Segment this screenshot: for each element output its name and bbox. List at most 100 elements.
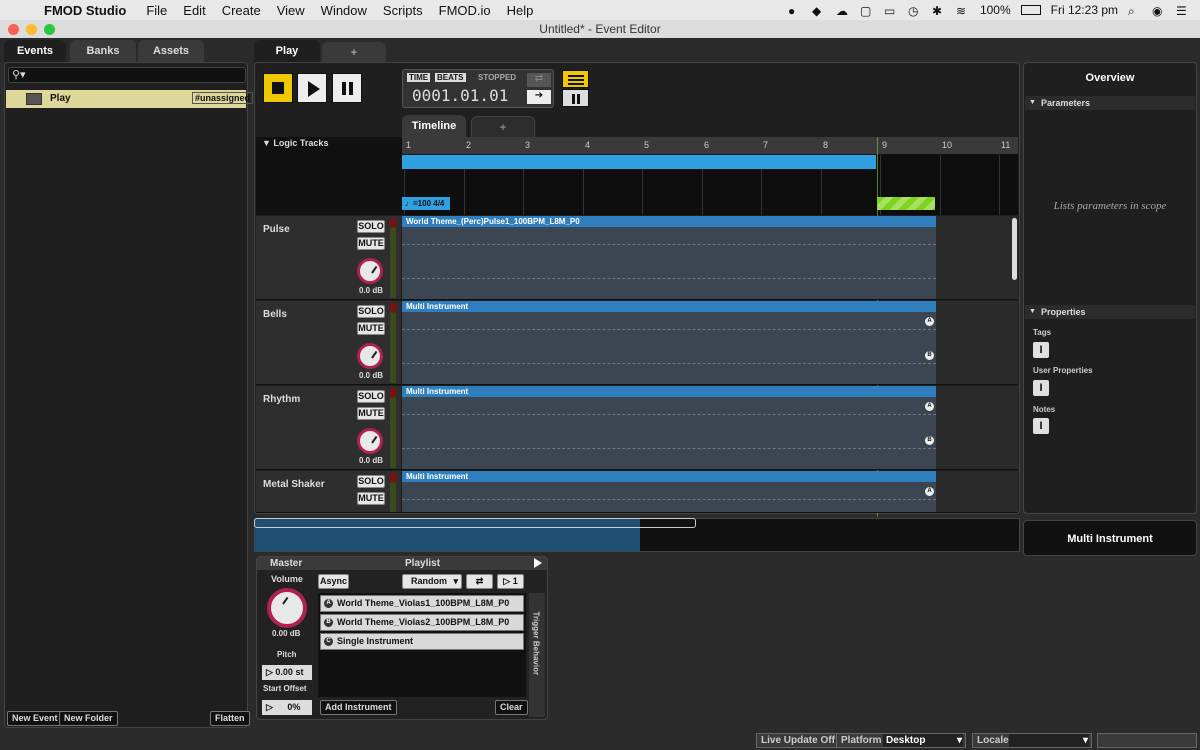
add-editor-tab-button[interactable]: +: [322, 42, 386, 64]
solo-button[interactable]: SOLO: [357, 305, 385, 318]
event-folder-tag[interactable]: #unassigned: [192, 92, 254, 104]
mute-button[interactable]: MUTE: [357, 407, 385, 420]
user-avatar-icon[interactable]: ◉: [1152, 4, 1166, 18]
logic-tracks-header[interactable]: ▼ Logic Tracks: [262, 138, 328, 148]
solo-button[interactable]: SOLO: [357, 390, 385, 403]
airplay-icon[interactable]: ▭: [884, 4, 898, 18]
status-icon-3[interactable]: ▢: [860, 4, 874, 18]
platform-select[interactable]: Platform Desktop ▾: [836, 733, 966, 748]
play-count-field[interactable]: ▷ 1: [497, 574, 524, 589]
track-lane-empty[interactable]: [936, 301, 1018, 384]
status-field[interactable]: [1097, 733, 1197, 748]
loop-region[interactable]: [402, 155, 876, 169]
tab-timeline[interactable]: Timeline: [402, 115, 466, 137]
tab-events[interactable]: Events: [4, 40, 66, 62]
stop-button[interactable]: [263, 73, 293, 103]
menu-fmod-io[interactable]: FMOD.io: [431, 3, 499, 18]
add-timeline-tab-button[interactable]: +: [471, 116, 535, 138]
tracks-vertical-scrollbar[interactable]: [1012, 218, 1017, 280]
clip-title[interactable]: Multi Instrument: [402, 301, 936, 312]
parameters-section-header[interactable]: Parameters: [1025, 96, 1195, 110]
event-item-play[interactable]: Play #unassigned: [6, 90, 254, 108]
mute-button[interactable]: MUTE: [357, 492, 385, 505]
minimize-window-icon[interactable]: [26, 24, 37, 35]
new-event-button[interactable]: New Event: [7, 711, 63, 726]
battery-icon[interactable]: [1020, 5, 1041, 15]
track-volume-knob[interactable]: [357, 428, 383, 454]
creative-cloud-icon[interactable]: ☁: [836, 4, 850, 18]
status-icon-2[interactable]: ◆: [812, 4, 826, 18]
time-machine-icon[interactable]: ◷: [908, 4, 922, 18]
properties-section-header[interactable]: Properties: [1025, 305, 1195, 319]
close-window-icon[interactable]: [8, 24, 19, 35]
bluetooth-icon[interactable]: ✱: [932, 4, 946, 18]
zoom-window-icon[interactable]: [44, 24, 55, 35]
track-header[interactable]: Rhythm SOLO MUTE 0.0 dB: [256, 386, 401, 469]
clock[interactable]: Fri 12:23 pm: [1051, 3, 1118, 17]
menu-help[interactable]: Help: [499, 3, 542, 18]
deck-toggle-button[interactable]: [562, 89, 589, 107]
beats-mode-button[interactable]: BEATS: [435, 73, 466, 82]
deck-expand-arrow-icon[interactable]: [534, 558, 542, 568]
loop-playback-button[interactable]: ⇄: [527, 73, 551, 87]
tab-banks[interactable]: Banks: [70, 40, 136, 62]
playlist-item[interactable]: C Single Instrument: [320, 633, 524, 650]
playlist-item[interactable]: A World Theme_Violas1_100BPM_L8M_P0: [320, 595, 524, 612]
user-properties-text-cursor-icon[interactable]: I: [1033, 380, 1049, 396]
async-button[interactable]: Async: [318, 574, 349, 589]
play-button[interactable]: [297, 73, 327, 103]
track-lane[interactable]: Multi Instrument A: [402, 471, 936, 512]
clip-title[interactable]: Multi Instrument: [402, 471, 936, 482]
solo-button[interactable]: SOLO: [357, 475, 385, 488]
volume-knob[interactable]: [267, 588, 307, 628]
menu-window[interactable]: Window: [313, 3, 375, 18]
menu-create[interactable]: Create: [214, 3, 269, 18]
spotlight-search-icon[interactable]: ⌕: [1128, 4, 1142, 18]
audio-track[interactable]: Pulse SOLO MUTE 0.0 dB World Theme_(Perc)Pul…: [256, 216, 1018, 300]
track-volume-knob[interactable]: [357, 343, 383, 369]
loop-end-marker[interactable]: [877, 197, 935, 210]
playlist-item[interactable]: B World Theme_Violas2_100BPM_L8M_P0: [320, 614, 524, 631]
track-lane[interactable]: Multi Instrument A B: [402, 301, 936, 384]
status-icon-1[interactable]: ●: [788, 4, 802, 18]
timeline-ruler[interactable]: [402, 137, 1018, 154]
pitch-field[interactable]: ▷ 0.00 st: [262, 665, 312, 680]
notification-center-icon[interactable]: ☰: [1176, 4, 1190, 18]
flatten-button[interactable]: Flatten: [210, 711, 250, 726]
follow-playback-button[interactable]: ➔: [527, 90, 551, 104]
new-folder-button[interactable]: New Folder: [59, 711, 118, 726]
tempo-marker[interactable]: ♩=100 4/4: [402, 197, 450, 210]
tags-text-cursor-icon[interactable]: I: [1033, 342, 1049, 358]
clear-button[interactable]: Clear: [495, 700, 528, 715]
search-input[interactable]: ⚲▾: [8, 67, 246, 83]
track-lane-empty[interactable]: [936, 386, 1018, 469]
start-offset-field[interactable]: ▷ 0%: [262, 700, 312, 715]
tab-assets[interactable]: Assets: [138, 40, 204, 62]
menu-file[interactable]: File: [138, 3, 175, 18]
track-header[interactable]: Metal Shaker SOLO MUTE: [256, 471, 401, 512]
menu-edit[interactable]: Edit: [175, 3, 213, 18]
locale-select[interactable]: Locale ▾: [972, 733, 1092, 748]
live-update-button[interactable]: Live Update Off: [756, 733, 840, 748]
menu-scripts[interactable]: Scripts: [375, 3, 431, 18]
playlist-mode-select[interactable]: Random ▾: [402, 574, 462, 589]
track-header[interactable]: Bells SOLO MUTE 0.0 dB: [256, 301, 401, 384]
logic-tracks-toggle-button[interactable]: [562, 70, 589, 88]
clip-title[interactable]: World Theme_(Perc)Pulse1_100BPM_L8M_P0: [402, 216, 936, 227]
trigger-behavior-drawer[interactable]: Trigger Behavior: [529, 593, 545, 717]
track-volume-knob[interactable]: [357, 258, 383, 284]
audio-track[interactable]: Metal Shaker SOLO MUTE Multi Instrument A: [256, 471, 1018, 513]
track-lane[interactable]: World Theme_(Perc)Pulse1_100BPM_L8M_P0: [402, 216, 936, 299]
track-lane[interactable]: Multi Instrument A B: [402, 386, 936, 469]
mute-button[interactable]: MUTE: [357, 237, 385, 250]
solo-button[interactable]: SOLO: [357, 220, 385, 233]
track-lane-empty[interactable]: [936, 471, 1018, 512]
track-header[interactable]: Pulse SOLO MUTE 0.0 dB: [256, 216, 401, 299]
add-instrument-button[interactable]: Add Instrument: [320, 700, 397, 715]
app-menu[interactable]: FMOD Studio: [44, 3, 138, 18]
pause-button[interactable]: [332, 73, 362, 103]
track-lane-empty[interactable]: [936, 216, 1018, 299]
notes-text-cursor-icon[interactable]: I: [1033, 418, 1049, 434]
time-mode-button[interactable]: TIME: [407, 73, 431, 82]
audio-track[interactable]: Rhythm SOLO MUTE 0.0 dB Multi Instrument A B: [256, 386, 1018, 470]
